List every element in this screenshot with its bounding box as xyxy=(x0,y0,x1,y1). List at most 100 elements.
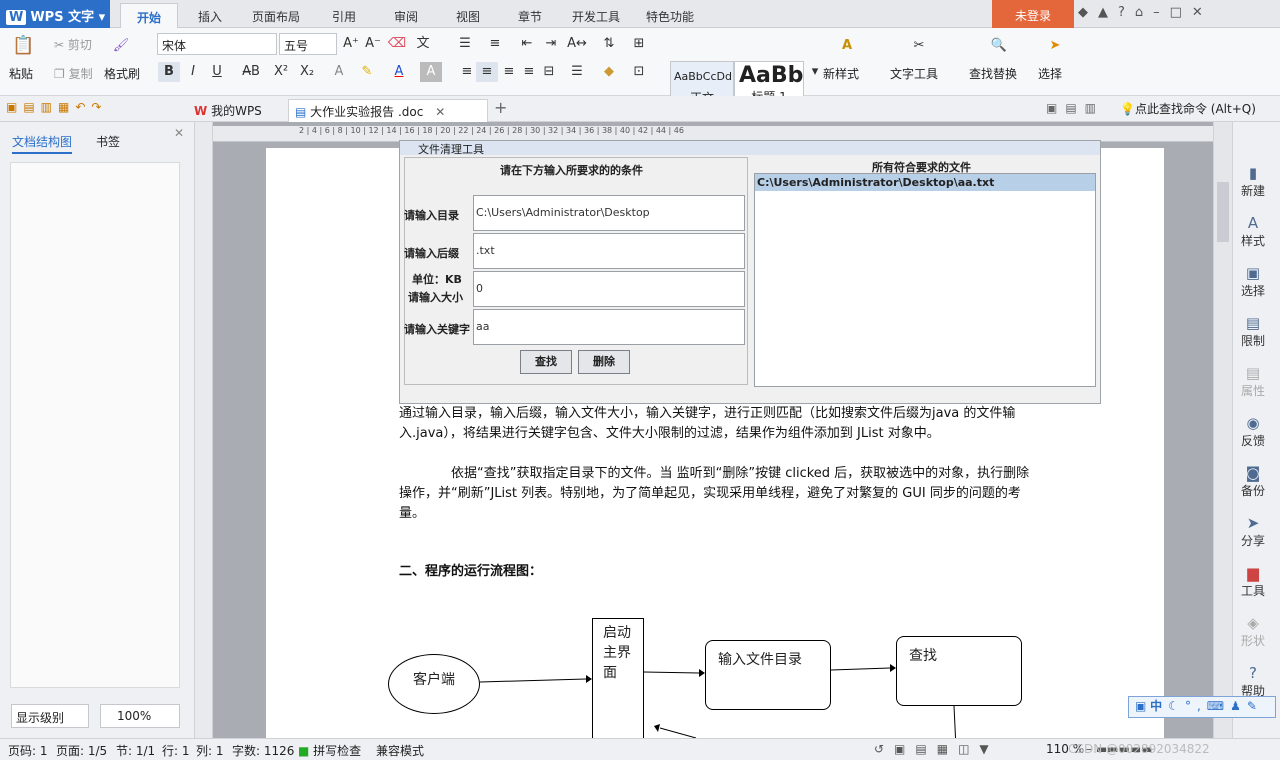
char-spacing-icon[interactable]: A↔ xyxy=(566,34,588,54)
select-arrow-icon[interactable]: ➤ xyxy=(1044,36,1066,56)
vertical-scrollbar[interactable] xyxy=(1213,122,1232,738)
bold-icon[interactable]: B xyxy=(158,62,180,82)
tab-bookmarks[interactable]: 书签 xyxy=(96,133,120,150)
font-color-icon[interactable]: A xyxy=(388,62,410,82)
scroll-thumb[interactable] xyxy=(1217,182,1229,242)
text-tools-icon[interactable]: ✂ xyxy=(908,36,930,56)
close-icon[interactable]: ✕ xyxy=(174,126,184,140)
line-spacing-icon[interactable]: ☰ xyxy=(566,62,588,82)
shape-button[interactable]: ◈ 形状 xyxy=(1233,614,1273,649)
outdent-icon[interactable]: ⇤ xyxy=(516,34,538,54)
shrink-font-icon[interactable]: A⁻ xyxy=(362,34,384,54)
style-button[interactable]: A 样式 xyxy=(1233,214,1273,249)
properties-button[interactable]: ▤ 属性 xyxy=(1233,364,1273,399)
text-effect-icon[interactable]: A xyxy=(328,62,350,82)
tab-chapter[interactable]: 章节 xyxy=(518,8,542,25)
tools-button[interactable]: ▆ 工具 xyxy=(1233,564,1273,599)
toolbox-icon: ▆ xyxy=(1247,564,1259,582)
tab-review[interactable]: 审阅 xyxy=(394,8,418,25)
outline-area[interactable] xyxy=(10,162,180,688)
indent-icon[interactable]: ⇥ xyxy=(540,34,562,54)
distribute-icon[interactable]: ⊟ xyxy=(538,62,560,82)
command-search[interactable]: 💡点此查找命令 (Alt+Q) xyxy=(1120,100,1256,117)
status-bar: 页码: 1 页面: 1/5 节: 1/1 行: 1 列: 1 字数: 1126 … xyxy=(0,738,1280,760)
new-style-icon[interactable]: A xyxy=(836,36,858,56)
view-mode-icons[interactable]: ↺▣▤▦◫▼ xyxy=(874,742,999,756)
copy-label: 复制 xyxy=(68,67,93,81)
app-logo[interactable]: W WPS 文字 ▾ xyxy=(0,0,110,28)
tab-developer[interactable]: 开发工具 xyxy=(572,8,620,25)
bullets-icon[interactable]: ☰ xyxy=(454,34,476,54)
status-pages: 页面: 1/5 xyxy=(56,744,108,758)
format-painter-button[interactable]: 格式刷 xyxy=(104,65,140,82)
flow-arrows xyxy=(479,664,957,738)
spell-check[interactable]: ■ 拼写检查 xyxy=(298,742,361,759)
align-left-icon[interactable]: ≡ xyxy=(456,62,478,82)
document-tab-bar: ▣▤▥▦↶↷ W 我的WPS ✕ ▤ 大作业实验报告 .doc ✕ + ▣▤▥ … xyxy=(0,96,1280,133)
table-icon[interactable]: ⊞ xyxy=(628,34,650,54)
numbering-icon[interactable]: ≡ xyxy=(484,34,506,54)
italic-icon[interactable]: I xyxy=(182,62,204,82)
help-button[interactable]: ? 帮助 xyxy=(1233,664,1273,699)
border-icon[interactable]: ⊡ xyxy=(628,62,650,82)
share-icon: ➤ xyxy=(1246,514,1260,532)
outline-zoom-select[interactable]: 100% xyxy=(100,704,180,728)
sort-icon[interactable]: ⇅ xyxy=(598,34,620,54)
shading-icon[interactable]: ◆ xyxy=(598,62,620,82)
char-shading-icon[interactable]: A xyxy=(420,62,442,82)
clear-format-icon[interactable]: ⌫ xyxy=(386,34,408,54)
grow-font-icon[interactable]: A⁺ xyxy=(340,34,362,54)
tab-insert[interactable]: 插入 xyxy=(198,8,222,25)
window-controls[interactable]: ◆▲?⌂–□✕ xyxy=(1078,5,1213,20)
tab-home[interactable]: 开始 xyxy=(120,3,179,29)
status-words: 字数: 1126 xyxy=(232,744,295,758)
tab-features[interactable]: 特色功能 xyxy=(646,8,694,25)
subscript-icon[interactable]: X₂ xyxy=(296,62,318,82)
align-center-icon[interactable]: ≡ xyxy=(476,62,498,82)
cut-button[interactable]: ✂ 剪切 xyxy=(54,36,92,53)
ime-language[interactable]: 中 xyxy=(1150,699,1162,713)
login-button[interactable]: 未登录 xyxy=(992,0,1074,28)
highlight-icon[interactable]: ✎ xyxy=(356,62,378,82)
justify-icon[interactable]: ≡ xyxy=(518,62,540,82)
find-replace-button[interactable]: 查找替换 xyxy=(969,65,1017,82)
backup-button[interactable]: ◙ 备份 xyxy=(1233,464,1273,499)
copy-button[interactable]: ❐ 复制 xyxy=(54,65,93,82)
style-label: 样式 xyxy=(1240,234,1265,248)
tab-my-wps[interactable]: W 我的WPS ✕ xyxy=(188,99,284,133)
restrict-button[interactable]: ▤ 限制 xyxy=(1233,314,1273,349)
paste-icon[interactable]: 📋 xyxy=(12,36,34,56)
new-style-button[interactable]: 新样式 xyxy=(823,65,859,82)
paste-button[interactable]: 粘贴 xyxy=(9,65,33,82)
tab-reference[interactable]: 引用 xyxy=(332,8,356,25)
tab-tools-icons[interactable]: ▣▤▥ xyxy=(1046,101,1104,115)
phonetic-icon[interactable]: 文 xyxy=(412,34,434,54)
new-tab-icon[interactable]: + xyxy=(494,98,507,117)
new-button[interactable]: ▮ 新建 xyxy=(1233,164,1273,199)
style-h1-sample: AaBb xyxy=(739,63,804,88)
align-right-icon[interactable]: ≡ xyxy=(498,62,520,82)
font-size-select[interactable]: 五号 xyxy=(279,33,337,55)
select-button[interactable]: 选择 xyxy=(1038,65,1062,82)
tab-view[interactable]: 视图 xyxy=(456,8,480,25)
quick-access-icons[interactable]: ▣▤▥▦↶↷ xyxy=(6,100,107,114)
tab-layout[interactable]: 页面布局 xyxy=(252,8,300,25)
feedback-button[interactable]: ◉ 反馈 xyxy=(1233,414,1273,449)
wps-icon: W xyxy=(194,104,208,118)
strike-icon[interactable]: A̶B xyxy=(240,62,262,82)
close-icon[interactable]: ✕ xyxy=(435,105,445,119)
ime-tools-icons[interactable]: ☾°,⌨♟✎ xyxy=(1168,699,1263,713)
format-painter-icon[interactable]: 🖌 xyxy=(110,36,132,56)
tab-document[interactable]: ▤ 大作业实验报告 .doc ✕ xyxy=(288,99,488,122)
underline-icon[interactable]: U xyxy=(206,62,228,82)
text-tools-button[interactable]: 文字工具 xyxy=(890,65,938,82)
font-name-select[interactable]: 宋体 xyxy=(157,33,277,55)
new-icon: ▮ xyxy=(1248,164,1258,182)
tab-outline[interactable]: 文档结构图 xyxy=(12,133,73,154)
share-button[interactable]: ➤ 分享 xyxy=(1233,514,1273,549)
select-side-button[interactable]: ▣ 选择 xyxy=(1233,264,1273,299)
superscript-icon[interactable]: X² xyxy=(270,62,292,82)
find-replace-icon[interactable]: 🔍 xyxy=(988,36,1010,56)
outline-level-select[interactable]: 显示级别 xyxy=(11,704,89,728)
ime-toolbar[interactable]: ▣ 中 ☾°,⌨♟✎ xyxy=(1128,696,1276,718)
